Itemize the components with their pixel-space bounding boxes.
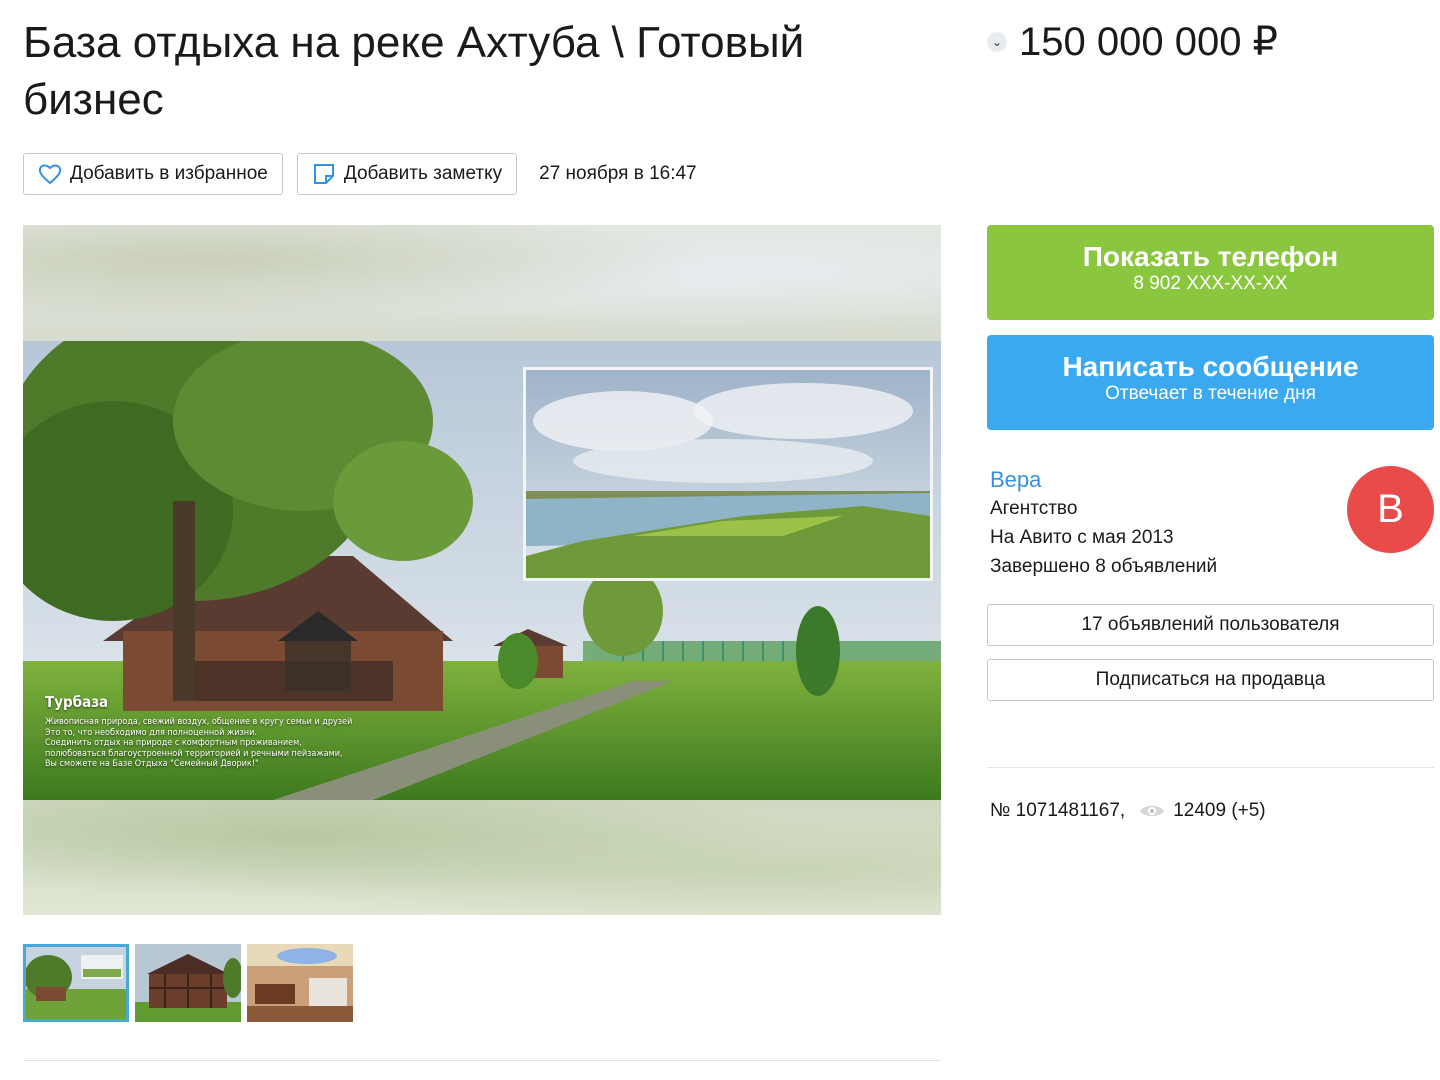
seller-completed: Завершено 8 объявлений <box>990 556 1218 577</box>
photo-caption: Турбаза Живописная природа, свежий возду… <box>45 693 352 770</box>
thumbnail-3[interactable] <box>247 944 353 1022</box>
show-phone-button[interactable]: Показать телефон 8 902 XXX-XX-XX <box>987 225 1434 320</box>
add-to-favorites-button[interactable]: Добавить в избранное <box>23 153 283 195</box>
listing-title: База отдыха на реке Ахтуба \ Готовый биз… <box>23 18 805 124</box>
divider <box>987 767 1434 768</box>
heart-icon <box>38 163 62 185</box>
note-icon <box>312 162 336 186</box>
thumbnail-1[interactable] <box>23 944 129 1022</box>
write-message-button[interactable]: Написать сообщение Отвечает в течение дн… <box>987 335 1434 430</box>
photo-caption-line: Живописная природа, свежий воздух, общен… <box>45 717 353 727</box>
add-to-favorites-label: Добавить в избранное <box>70 163 268 184</box>
add-note-label: Добавить заметку <box>343 163 503 184</box>
chevron-down-icon[interactable]: ⌄ <box>987 32 1007 52</box>
photo-caption-line: Вы сможете на Базе Отдыха "Семейный Двор… <box>45 759 259 769</box>
photo-blur-top <box>23 225 941 341</box>
seller-listings-button[interactable]: 17 объявлений пользователя <box>987 604 1434 646</box>
photo-caption-line: полюбоваться благоустроенной территорией… <box>45 748 343 759</box>
listing-date: 27 ноября в 16:47 <box>539 163 697 184</box>
response-time-label: Отвечает в течение дня <box>1105 383 1316 404</box>
listing-meta: № 1071481167, 12409 (+5) <box>990 800 1266 822</box>
photo-caption-heading: Турбаза <box>45 693 109 711</box>
price-value: 150 000 000 ₽ <box>1019 20 1279 64</box>
thumbnail-2[interactable] <box>135 944 241 1022</box>
avatar[interactable]: В <box>1347 466 1434 553</box>
eye-icon <box>1139 803 1165 819</box>
listing-id: № 1071481167, <box>990 800 1126 821</box>
view-count: 12409 (+5) <box>1173 800 1266 821</box>
photo-caption-line: Соединить отдых на природе с комфортным … <box>45 738 302 748</box>
subscribe-seller-button[interactable]: Подписаться на продавца <box>987 659 1434 701</box>
divider <box>23 1060 941 1061</box>
show-phone-label: Показать телефон <box>1082 241 1339 272</box>
add-note-button[interactable]: Добавить заметку <box>296 153 518 195</box>
phone-number-masked: 8 902 XXX-XX-XX <box>1133 273 1288 294</box>
write-message-label: Написать сообщение <box>1062 351 1359 382</box>
price-block: ⌄ 150 000 000 ₽ <box>987 18 1278 66</box>
listing-actions: Добавить в избранное Добавить заметку 27… <box>23 153 697 195</box>
photo-blur-bottom <box>23 800 941 915</box>
photo-thumbnails <box>23 944 353 1022</box>
photo-caption-line: Это то, что необходимо для полноценной ж… <box>45 727 257 738</box>
main-photo[interactable]: Турбаза Живописная природа, свежий возду… <box>23 225 941 915</box>
